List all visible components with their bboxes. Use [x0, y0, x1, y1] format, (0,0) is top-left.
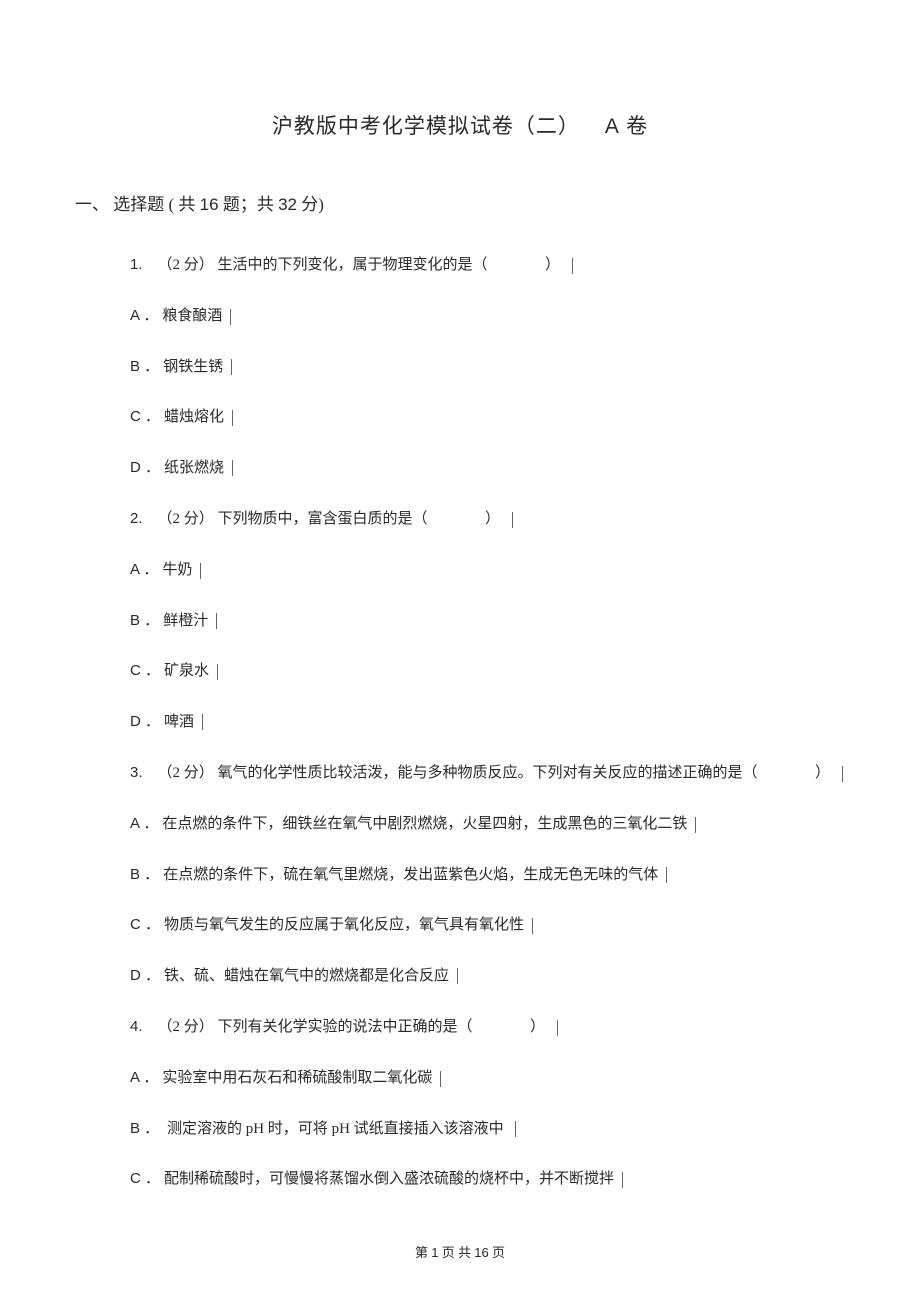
- text-cursor-icon: [515, 1121, 516, 1137]
- section-name: 选择题: [113, 195, 164, 214]
- text-cursor-icon: [232, 410, 233, 426]
- option-d: D ．啤酒: [130, 711, 845, 734]
- page-current: 1: [431, 1245, 438, 1260]
- option-b: B ．在点燃的条件下，硫在氧气里燃烧，发出蓝紫色火焰，生成无色无味的气体: [130, 864, 845, 887]
- text-cursor-icon: [842, 766, 843, 782]
- title-suffix-after: 卷: [626, 114, 648, 138]
- text-cursor-icon: [440, 1071, 441, 1087]
- section-num: 一、: [75, 195, 109, 214]
- option-a: A ．牛奶: [130, 559, 845, 582]
- title-main: 沪教版中考化学模拟试卷（二）: [272, 114, 580, 138]
- question-stem: 2. （2 分） 下列物质中，富含蛋白质的是（ ）: [130, 507, 845, 531]
- text-cursor-icon: [202, 714, 203, 730]
- exam-title: 沪教版中考化学模拟试卷（二） A 卷: [75, 110, 845, 140]
- text-cursor-icon: [622, 1172, 623, 1188]
- section-points: 32: [278, 195, 297, 214]
- option-c: C ．蜡烛熔化: [130, 406, 845, 429]
- text-cursor-icon: [217, 664, 218, 680]
- section-header: 一、 选择题 ( 共 16 题；共 32 分): [75, 190, 845, 215]
- text-cursor-icon: [232, 460, 233, 476]
- page-footer: 第 1 页 共 16 页: [0, 1242, 920, 1261]
- text-cursor-icon: [666, 867, 667, 883]
- option-a: A ．实验室中用石灰石和稀硫酸制取二氧化碳: [130, 1067, 845, 1090]
- option-c: C ．物质与氧气发生的反应属于氧化反应，氧气具有氧化性: [130, 914, 845, 937]
- section-q-count: 16: [200, 195, 219, 214]
- option-a: A ．在点燃的条件下，细铁丝在氧气中剧烈燃烧，火星四射，生成黑色的三氧化二铁: [130, 813, 845, 836]
- text-cursor-icon: [572, 258, 573, 274]
- option-c: C ．矿泉水: [130, 660, 845, 683]
- text-cursor-icon: [200, 563, 201, 579]
- option-b: B ．鲜橙汁: [130, 610, 845, 633]
- text-cursor-icon: [230, 309, 231, 325]
- option-d: D ．铁、硫、蜡烛在氧气中的燃烧都是化合反应: [130, 965, 845, 988]
- text-cursor-icon: [457, 968, 458, 984]
- question-stem: 4. （2 分） 下列有关化学实验的说法中正确的是（ ）: [130, 1015, 845, 1039]
- text-cursor-icon: [532, 918, 533, 934]
- question-list: 1. （2 分） 生活中的下列变化，属于物理变化的是（ ） A ．粮食酿酒 B …: [130, 253, 845, 1191]
- text-cursor-icon: [557, 1020, 558, 1036]
- text-cursor-icon: [216, 613, 217, 629]
- question-stem: 1. （2 分） 生活中的下列变化，属于物理变化的是（ ）: [130, 253, 845, 277]
- text-cursor-icon: [231, 359, 232, 375]
- option-b: B ．钢铁生锈: [130, 356, 845, 379]
- option-d: D ．纸张燃烧: [130, 457, 845, 480]
- text-cursor-icon: [512, 512, 513, 528]
- option-b: B ． 测定溶液的 pH 时，可将 pH 试纸直接插入该溶液中: [130, 1118, 845, 1141]
- option-a: A ．粮食酿酒: [130, 305, 845, 328]
- page-total: 16: [474, 1245, 488, 1260]
- option-c: C ．配制稀硫酸时，可慢慢将蒸馏水倒入盛浓硫酸的烧杯中，并不断搅拌: [130, 1168, 845, 1191]
- title-suffix-letter: A: [605, 115, 620, 138]
- text-cursor-icon: [695, 817, 696, 833]
- question-stem: 3. （2 分） 氧气的化学性质比较活泼，能与多种物质反应。下列对有关反应的描述…: [130, 761, 845, 785]
